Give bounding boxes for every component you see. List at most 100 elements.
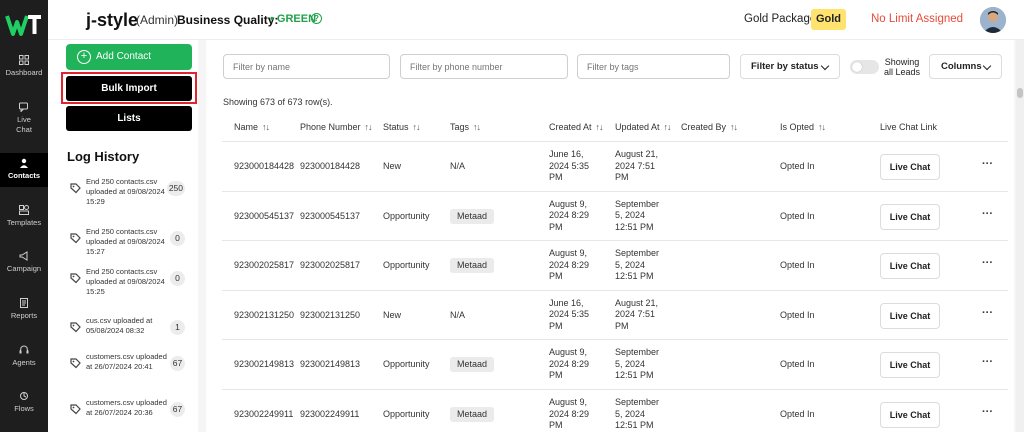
column-header-phone[interactable]: Phone Number ↑↓ bbox=[300, 122, 373, 132]
contacts-panel: + Add Contact Bulk Import Lists Log Hist… bbox=[48, 40, 198, 432]
avatar[interactable] bbox=[980, 7, 1006, 33]
live-chat-button[interactable]: Live Chat bbox=[880, 352, 940, 379]
column-header-updated-at[interactable]: Updated At ↑↓ bbox=[615, 122, 672, 132]
sidebar-item-label: Dashboard bbox=[5, 68, 43, 77]
live-chat-button[interactable]: Live Chat bbox=[880, 402, 940, 428]
filter-tags-input[interactable] bbox=[577, 54, 730, 79]
column-header-tags[interactable]: Tags ↑↓ bbox=[450, 122, 481, 132]
header-label: Live Chat Link bbox=[880, 122, 938, 132]
more-options-icon[interactable]: ··· bbox=[982, 307, 993, 319]
add-contact-button[interactable]: + Add Contact bbox=[66, 44, 192, 70]
add-contact-label: Add Contact bbox=[96, 51, 152, 62]
tag-icon bbox=[70, 273, 81, 284]
grid-icon bbox=[19, 55, 29, 65]
live-chat-button[interactable]: Live Chat bbox=[880, 253, 940, 280]
logo-icon[interactable] bbox=[5, 12, 43, 38]
header-label: Created At bbox=[549, 122, 592, 132]
agents-icon bbox=[19, 345, 29, 354]
sidebar-item-campaign[interactable]: Campaign bbox=[0, 251, 48, 274]
sidebar-item-contacts[interactable]: Contacts bbox=[0, 153, 48, 187]
cell-is-opted: Opted In bbox=[780, 409, 815, 419]
business-quality-value: • GREEN bbox=[270, 13, 317, 25]
header-label: Tags bbox=[450, 122, 470, 132]
cell-phone: 923002025817 bbox=[300, 260, 361, 271]
sidebar-item-label: Contacts bbox=[7, 171, 41, 180]
sidebar-item-label: Reports bbox=[10, 311, 38, 320]
sidebar-item-live-chat[interactable]: Live Chat bbox=[0, 102, 48, 135]
column-header-is-opted[interactable]: Is Opted ↑↓ bbox=[780, 122, 826, 132]
table-row[interactable]: 923002249911 923002249911 Opportunity Metaa… bbox=[222, 390, 1008, 432]
cell-status: Opportunity bbox=[383, 409, 430, 419]
show-all-leads-toggle[interactable] bbox=[850, 60, 879, 74]
tag-pill: Metaad bbox=[450, 258, 495, 274]
table-row[interactable]: 923002149813 923002149813 Opportunity Metaa… bbox=[222, 340, 1008, 390]
live-chat-button[interactable]: Live Chat bbox=[880, 154, 940, 180]
sidebar-item-reports[interactable]: Reports bbox=[0, 298, 48, 321]
log-history-title: Log History bbox=[67, 149, 140, 164]
row-count-text: Showing 673 of 673 row(s). bbox=[223, 97, 333, 107]
table-row[interactable]: 923002025817 923002025817 Opportunity Metaa… bbox=[222, 241, 1008, 291]
sort-icon: ↑↓ bbox=[473, 122, 481, 132]
chevron-down-icon bbox=[820, 61, 830, 71]
cell-name: 923000184428 bbox=[234, 161, 295, 171]
table-row[interactable]: 923002131250 923002131250 New N/A June 16, 2… bbox=[222, 291, 1008, 341]
log-count-badge: 67 bbox=[170, 356, 185, 371]
filter-name-input[interactable] bbox=[223, 54, 390, 79]
tag-icon bbox=[70, 404, 81, 415]
more-options-icon[interactable]: ··· bbox=[982, 257, 993, 269]
table-row[interactable]: 923000545137 923000545137 Opportunity Metaa… bbox=[222, 192, 1008, 242]
chat-icon bbox=[19, 102, 28, 112]
cell-created-at: June 16, 2024 5:35 PM bbox=[549, 297, 590, 331]
live-chat-button[interactable]: Live Chat bbox=[880, 203, 940, 230]
cell-status: New bbox=[383, 309, 402, 320]
more-options-icon[interactable]: ··· bbox=[982, 356, 993, 368]
sidebar-item-templates[interactable]: Templates bbox=[0, 205, 48, 228]
bulk-import-button[interactable]: Bulk Import bbox=[66, 76, 192, 101]
page-scrollbar[interactable] bbox=[1016, 40, 1024, 432]
filter-status-dropdown[interactable]: Filter by status bbox=[740, 54, 840, 79]
more-options-icon[interactable]: ··· bbox=[982, 208, 993, 220]
column-header-created-at[interactable]: Created At ↑↓ bbox=[549, 122, 604, 132]
plus-circle-icon: + bbox=[77, 50, 91, 64]
cell-status: Opportunity bbox=[383, 210, 430, 221]
sidebar-item-dashboard[interactable]: Dashboard bbox=[0, 55, 48, 78]
cell-updated-at: September 5, 2024 12:51 PM bbox=[615, 198, 660, 232]
filter-phone-input[interactable] bbox=[400, 54, 568, 79]
log-text: customers.csv uploaded at 26/07/2024 20:… bbox=[86, 352, 167, 371]
sidebar-item-agents[interactable]: Agents bbox=[0, 345, 48, 368]
reports-icon bbox=[20, 298, 28, 308]
cell-created-at: August 9, 2024 8:29 PM bbox=[549, 347, 590, 381]
columns-label: Columns bbox=[941, 61, 982, 72]
cell-created-at: June 16, 2024 5:35 PM bbox=[549, 149, 590, 182]
cell-phone: 923002249911 bbox=[300, 409, 360, 419]
cell-name: 923002025817 bbox=[234, 260, 295, 271]
log-count-badge: 67 bbox=[170, 402, 185, 417]
table-row[interactable]: 923000184428 923000184428 New N/A June 16, 2… bbox=[222, 142, 1008, 192]
more-options-icon[interactable]: ··· bbox=[982, 158, 993, 170]
live-chat-button[interactable]: Live Chat bbox=[880, 302, 940, 329]
column-header-created-by[interactable]: Created By ↑↓ bbox=[681, 122, 738, 132]
cell-updated-at: September 5, 2024 12:51 PM bbox=[615, 397, 660, 430]
sidebar-item-label: Campaign bbox=[6, 264, 42, 273]
help-icon[interactable]: ? bbox=[311, 13, 322, 24]
sidebar-item-label: Agents bbox=[12, 358, 36, 367]
scroll-thumb[interactable] bbox=[1017, 88, 1023, 98]
more-options-icon[interactable]: ··· bbox=[982, 406, 993, 418]
column-header-name[interactable]: Name ↑↓ bbox=[234, 122, 270, 132]
column-header-status[interactable]: Status ↑↓ bbox=[383, 122, 421, 132]
lists-button[interactable]: Lists bbox=[66, 106, 192, 131]
cell-name: 923002149813 bbox=[234, 359, 295, 370]
column-header-live-chat-link: Live Chat Link bbox=[880, 122, 937, 132]
cell-name: 923002131250 bbox=[234, 309, 295, 320]
filter-status-label: Filter by status bbox=[751, 61, 819, 72]
log-text: End 250 contacts.csv uploaded at 09/08/2… bbox=[86, 267, 165, 296]
cell-is-opted: Opted In bbox=[780, 210, 815, 221]
flows-icon bbox=[20, 392, 28, 400]
cell-name: 923000545137 bbox=[234, 210, 295, 221]
top-header: j-style (Admin) Business Quality: • GREE… bbox=[48, 0, 1024, 40]
sidebar-item-flows[interactable]: Flows bbox=[0, 391, 48, 414]
columns-dropdown[interactable]: Columns bbox=[929, 54, 1002, 79]
tag-icon bbox=[70, 233, 81, 244]
cell-is-opted: Opted In bbox=[780, 161, 815, 171]
sidebar-item-label: Live Chat bbox=[16, 115, 32, 134]
